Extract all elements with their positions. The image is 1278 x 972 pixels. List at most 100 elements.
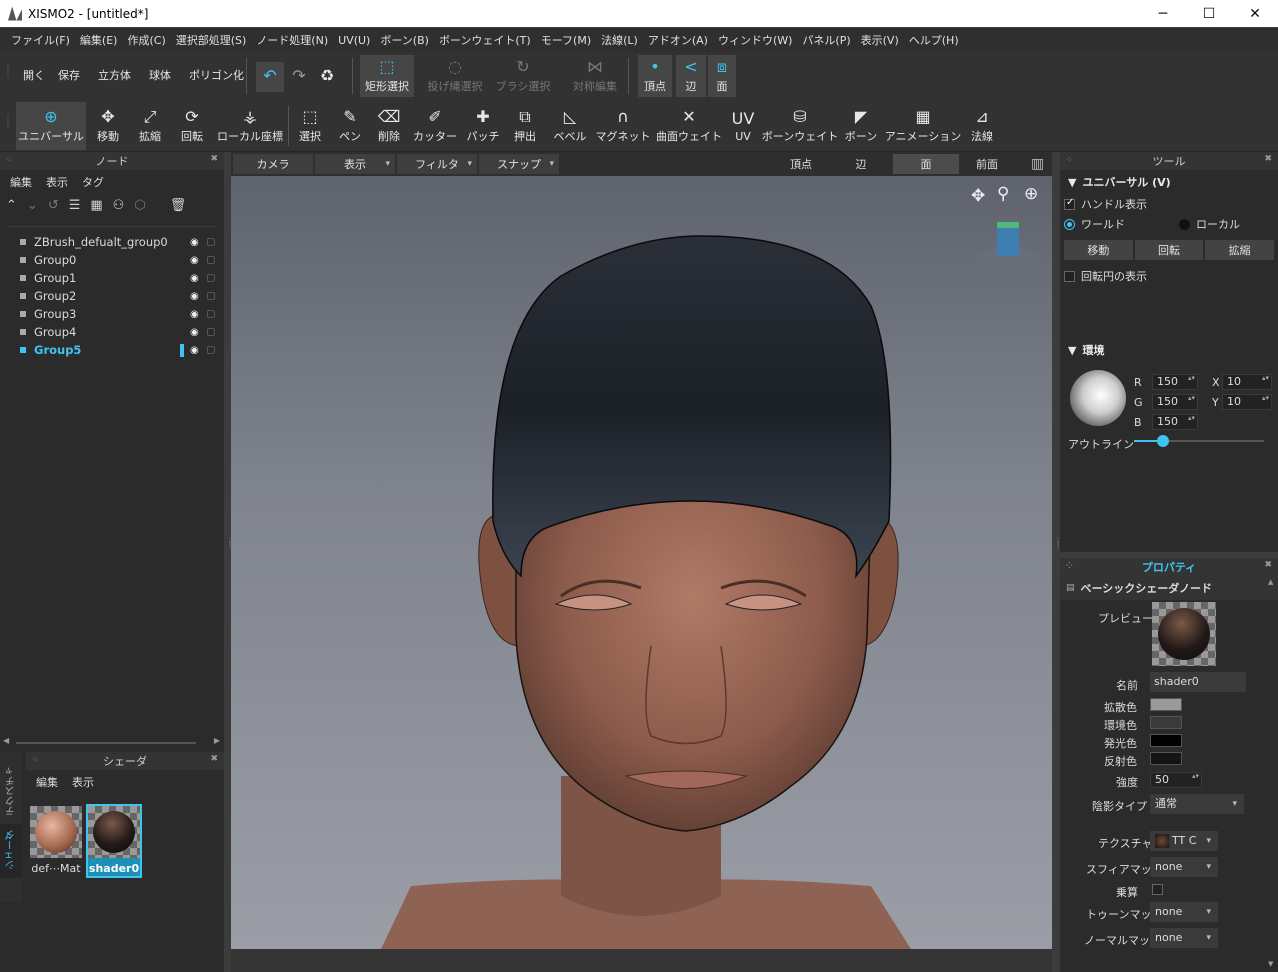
multiply-checkbox[interactable] [1152, 884, 1163, 895]
env-section-header[interactable]: ▼ 環境 [1060, 338, 1112, 362]
tree-item[interactable]: Group4 ◉ [0, 323, 224, 341]
vertex-view-button[interactable]: 頂点 [765, 154, 837, 174]
node-hscrollbar[interactable]: ◀ ▶ [0, 736, 224, 748]
magnet-tool-button[interactable]: ∩ マグネット [596, 102, 651, 150]
close-icon[interactable]: ✖ [210, 754, 218, 764]
display-dropdown[interactable]: 表示 [315, 154, 395, 174]
tree-item[interactable]: Group1 ◉ [0, 269, 224, 287]
3d-viewport[interactable]: ✥ ⚲ ⊕ [231, 176, 1052, 949]
lock-icon[interactable] [207, 310, 215, 318]
camera-dropdown[interactable]: カメラ [233, 154, 313, 174]
ambient-color-swatch[interactable] [1150, 716, 1182, 729]
move-up-icon[interactable]: ⌃ [6, 198, 17, 213]
eye-icon[interactable]: ◉ [190, 345, 199, 356]
lasso-select-button[interactable]: ◌ 投げ縄選択 [424, 55, 486, 97]
outline-slider[interactable] [1134, 435, 1264, 447]
sphere-map-dropdown[interactable]: none [1150, 857, 1218, 877]
animation-button[interactable]: ▦ アニメーション [885, 102, 962, 150]
eye-icon[interactable]: ◉ [190, 327, 199, 338]
light-sphere[interactable] [1070, 370, 1126, 426]
scale-tool-button[interactable]: ⤢ 拡縮 [134, 102, 166, 150]
face-mode-button[interactable]: ⧈ 面 [708, 55, 736, 97]
menu-window[interactable]: ウィンドウ(W) [713, 32, 797, 48]
lock-icon[interactable] [207, 256, 215, 264]
shader-thumb-selected[interactable]: shader0 [86, 804, 142, 878]
edge-view-button[interactable]: 辺 [839, 154, 883, 174]
node-menu-edit[interactable]: 編集 [10, 174, 32, 190]
cutter-tool-button[interactable]: ✐ カッター [413, 102, 457, 150]
rotate-tool-button[interactable]: ⟳ 回転 [176, 102, 208, 150]
menu-view[interactable]: 表示(V) [856, 32, 904, 48]
tree-item[interactable]: Group0 ◉ [0, 251, 224, 269]
menu-uv[interactable]: UV(U) [333, 34, 375, 47]
cube-node-icon[interactable]: ⬡ [134, 198, 145, 213]
lock-icon[interactable] [207, 292, 215, 300]
y-spinbox[interactable]: 10 [1222, 394, 1272, 410]
menu-selection[interactable]: 選択部処理(S) [171, 32, 252, 48]
symmetry-edit-button[interactable]: ⋈ 対称編集 [568, 55, 622, 97]
maximize-button[interactable]: ☐ [1186, 0, 1232, 27]
rotate-button[interactable]: 回転 [1134, 240, 1204, 260]
name-field[interactable]: shader0 [1150, 672, 1246, 692]
diffuse-color-swatch[interactable] [1150, 698, 1182, 711]
bone-tool-button[interactable]: ◤ ボーン [842, 102, 880, 150]
open-button[interactable]: 開く [23, 67, 45, 83]
normal-tool-button[interactable]: ⊿ 法線 [964, 102, 1000, 150]
close-icon[interactable]: ✖ [1264, 560, 1272, 570]
undo-button[interactable]: ↶ [256, 62, 284, 92]
tree-item-selected[interactable]: Group5 ◉ [0, 341, 224, 359]
menu-create[interactable]: 作成(C) [122, 32, 170, 48]
extrude-tool-button[interactable]: ⧉ 押出 [508, 102, 542, 150]
shading-type-dropdown[interactable]: 通常 [1150, 794, 1244, 814]
cube-button[interactable]: 立方体 [98, 67, 131, 83]
polygonize-button[interactable]: ポリゴン化 [189, 67, 244, 83]
eye-icon[interactable]: ◉ [190, 237, 199, 248]
lock-icon[interactable] [207, 274, 215, 282]
eye-icon[interactable]: ◉ [190, 309, 199, 320]
node-menu-view[interactable]: 表示 [46, 174, 68, 190]
menu-file[interactable]: ファイル(F) [6, 32, 75, 48]
menu-panel[interactable]: パネル(P) [797, 32, 855, 48]
tab-shader[interactable]: シェーダ [4, 830, 19, 870]
front-view-button[interactable]: 前面 [961, 154, 1013, 174]
normal-map-dropdown[interactable]: none [1150, 928, 1218, 948]
tab-texture[interactable]: テクスチャ [4, 766, 19, 816]
eye-icon[interactable]: ◉ [190, 255, 199, 266]
redo-button[interactable]: ↷ [286, 62, 312, 92]
menu-node[interactable]: ノード処理(N) [251, 32, 333, 48]
pen-tool-button[interactable]: ✎ ペン [334, 102, 366, 150]
tree-item[interactable]: Group3 ◉ [0, 305, 224, 323]
sphere-button[interactable]: 球体 [149, 67, 171, 83]
pan-icon[interactable]: ✥ [971, 186, 985, 206]
menu-edit[interactable]: 編集(E) [75, 32, 123, 48]
select-tool-button[interactable]: ⬚ 選択 [294, 102, 326, 150]
menu-bone[interactable]: ボーン(B) [375, 32, 434, 48]
vertex-mode-button[interactable]: • 頂点 [638, 55, 672, 97]
move-tool-button[interactable]: ✥ 移動 [92, 102, 124, 150]
b-spinbox[interactable]: 150 [1152, 414, 1198, 430]
minimize-button[interactable]: ─ [1140, 0, 1186, 27]
shader-menu-edit[interactable]: 編集 [36, 774, 58, 790]
toolbar-grip[interactable]: ⋮ ⋮ [4, 65, 12, 78]
universal-tool-button[interactable]: ⊕ ユニバーサル [16, 102, 86, 150]
move-down-icon[interactable]: ⌄ [27, 198, 38, 213]
eye-icon[interactable]: ◉ [190, 291, 199, 302]
emissive-color-swatch[interactable] [1150, 734, 1182, 747]
menu-bone-weight[interactable]: ボーンウェイト(T) [434, 32, 536, 48]
universal-section-header[interactable]: ▼ ユニバーサル (V) [1060, 170, 1278, 194]
tree-item[interactable]: Group2 ◉ [0, 287, 224, 305]
texture-dropdown[interactable]: TT C [1150, 831, 1218, 851]
r-spinbox[interactable]: 150 [1152, 374, 1198, 390]
zoom-icon[interactable]: ⚲ [997, 184, 1009, 204]
rect-select-button[interactable]: ⬚ 矩形選択 [360, 55, 414, 97]
shader-menu-view[interactable]: 表示 [72, 774, 94, 790]
save-button[interactable]: 保存 [58, 67, 80, 83]
close-button[interactable]: ✕ [1232, 0, 1278, 27]
menu-normal[interactable]: 法線(L) [596, 32, 643, 48]
lock-icon[interactable] [207, 346, 215, 354]
strength-spinbox[interactable]: 50 [1150, 772, 1202, 788]
rotate-circle-checkbox[interactable]: 回転円の表示 [1060, 260, 1278, 292]
menu-help[interactable]: ヘルプ(H) [904, 32, 964, 48]
close-icon[interactable]: ✖ [1264, 154, 1272, 164]
toolbar2-grip[interactable]: ⋮ ⋮ [4, 115, 12, 128]
